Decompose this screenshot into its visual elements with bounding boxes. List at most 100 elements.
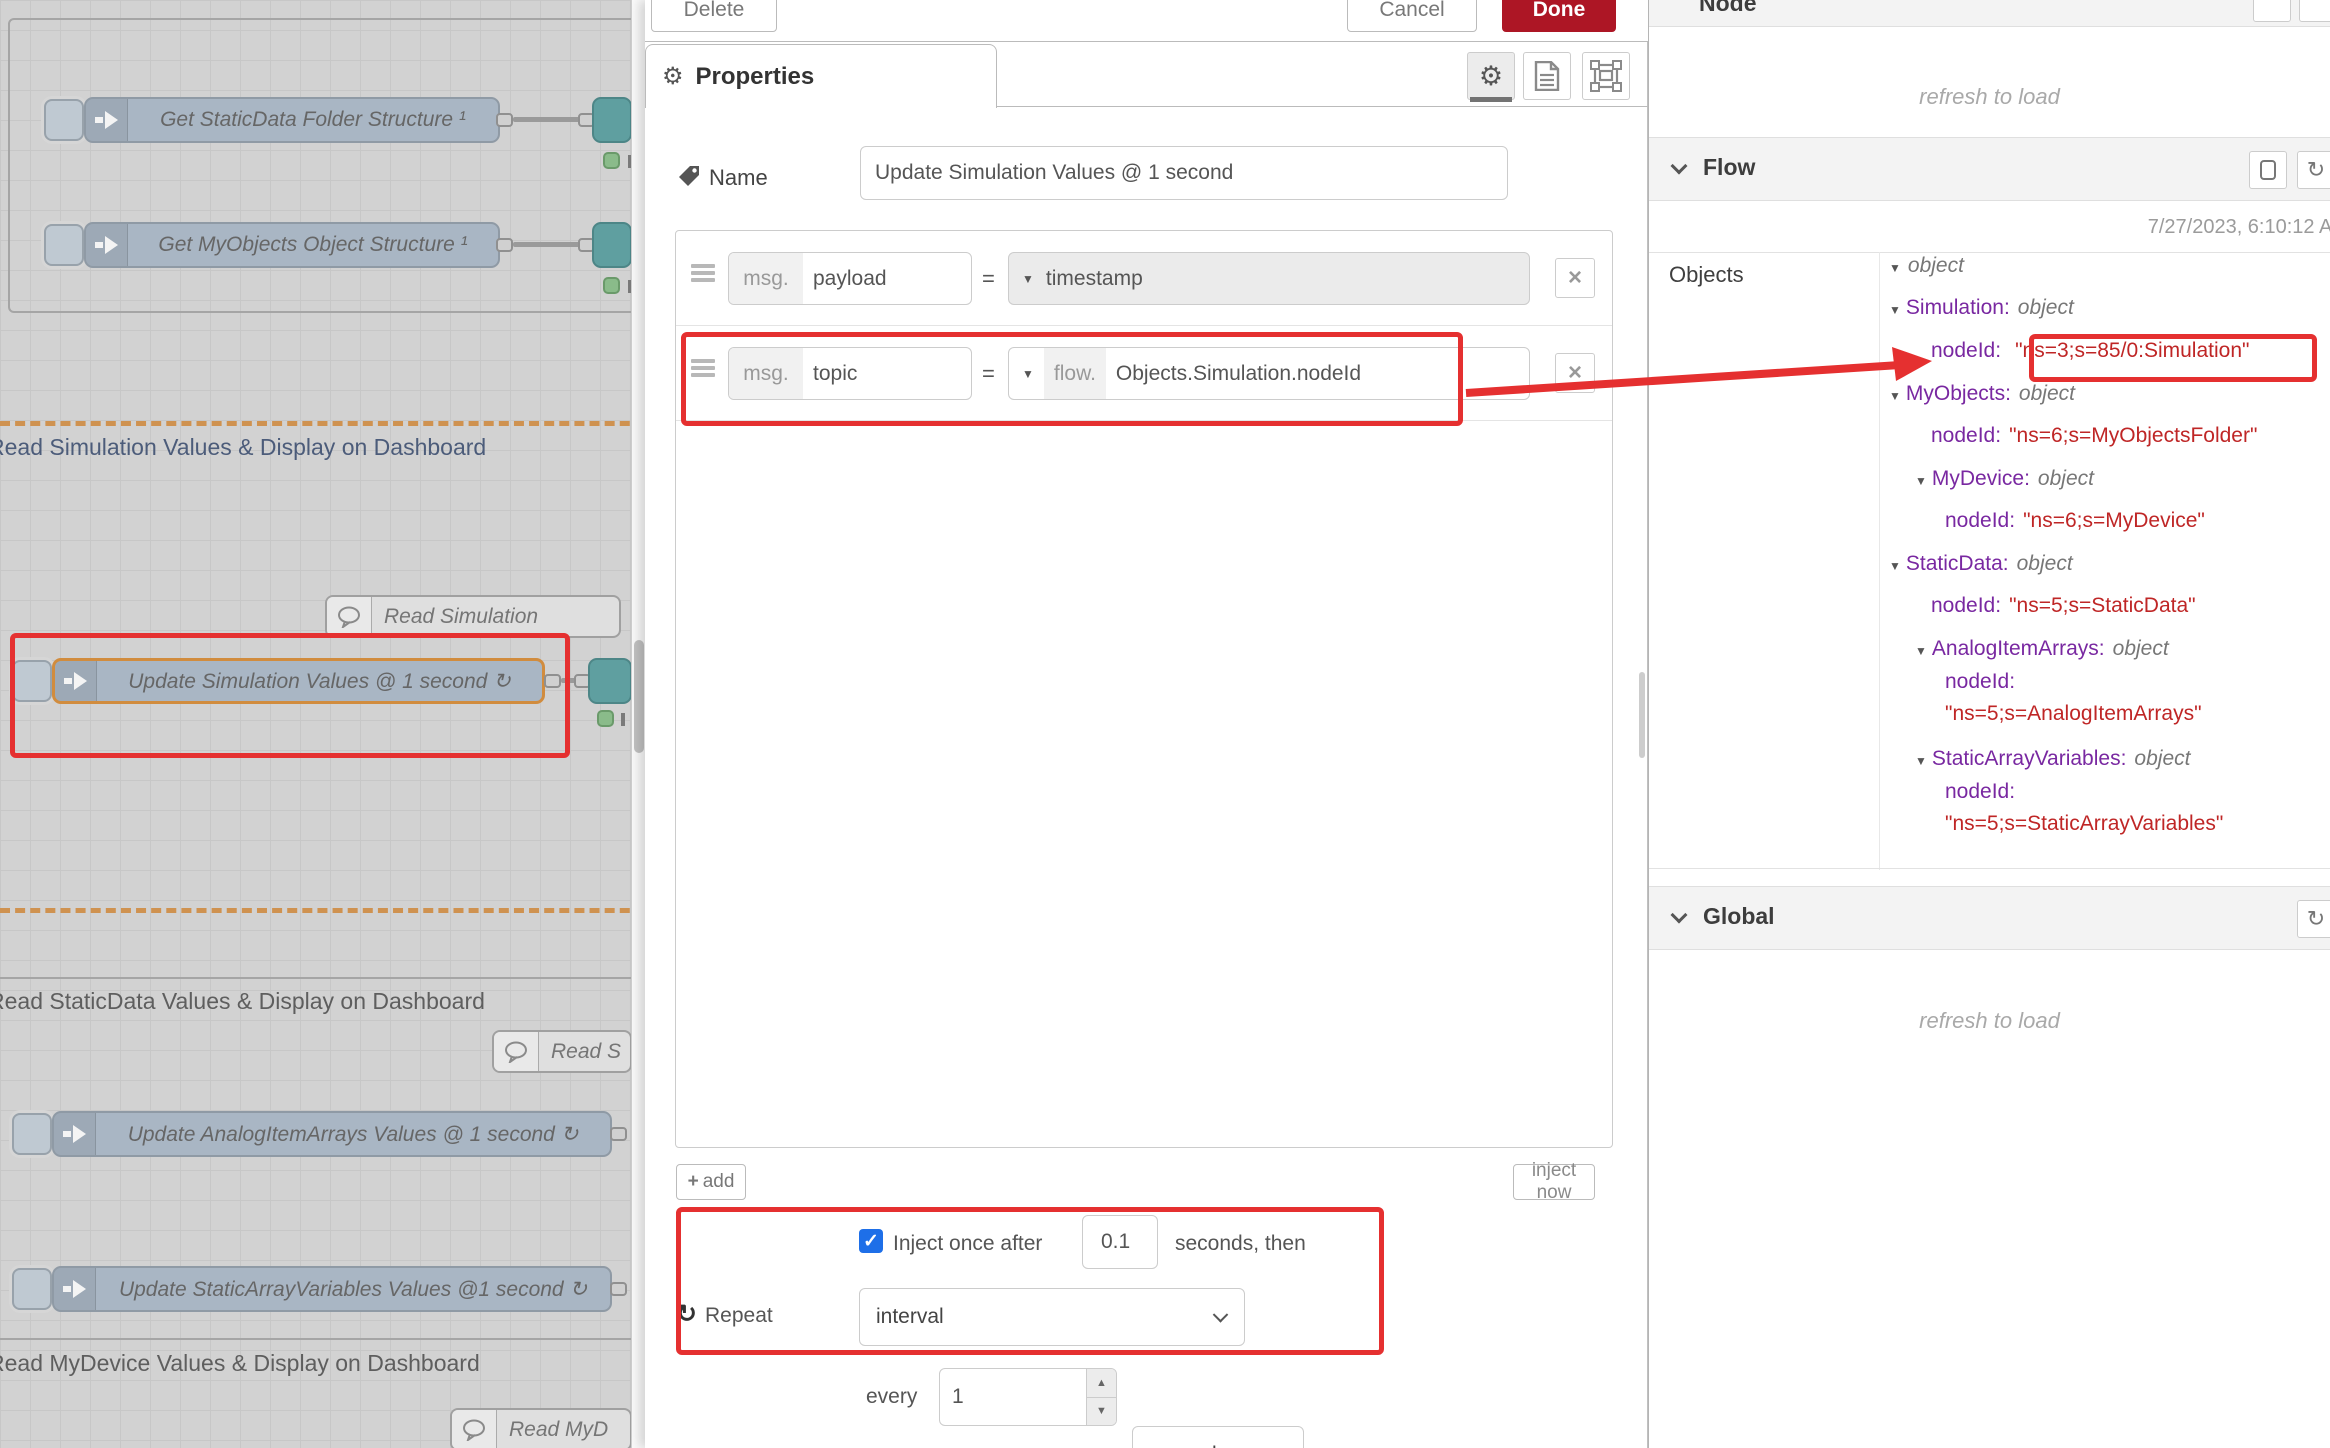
opcua-node-partial[interactable]: [588, 658, 632, 704]
canvas-vertical-scrollbar[interactable]: [631, 0, 645, 1448]
opcua-node-partial[interactable]: [592, 97, 632, 143]
tree-row[interactable]: nodeId:: [1945, 780, 2015, 804]
interval-value-input[interactable]: 1: [940, 1369, 1086, 1425]
msg-property-field[interactable]: msg. payload: [728, 252, 972, 305]
tab-label: Properties: [696, 63, 815, 91]
inject-trigger-button[interactable]: [44, 99, 84, 141]
chevron-down-icon[interactable]: ▼: [1009, 367, 1044, 381]
inject-trigger-button[interactable]: [12, 660, 52, 702]
caret-icon[interactable]: ▼: [1889, 303, 1901, 317]
delete-row-button[interactable]: ×: [1555, 258, 1595, 298]
inject-once-delay-input[interactable]: [1082, 1215, 1158, 1269]
drag-handle-icon[interactable]: [691, 366, 715, 370]
inject-node[interactable]: Update AnalogItemArrays Values @ 1 secon…: [52, 1111, 612, 1157]
caret-icon[interactable]: ▼: [1915, 644, 1927, 658]
add-rule-button[interactable]: +add: [676, 1164, 746, 1200]
inject-arrow-icon: [55, 661, 97, 701]
typed-input-timestamp[interactable]: ▼ timestamp: [1008, 252, 1530, 305]
drag-handle-icon[interactable]: [691, 271, 715, 275]
property-name-input[interactable]: topic: [803, 348, 971, 399]
typed-input-flow-context[interactable]: ▼ flow. Objects.Simulation.nodeId: [1008, 347, 1530, 400]
spinner-up-icon[interactable]: ▲: [1087, 1369, 1116, 1398]
tree-value: "ns=6;s=MyDevice": [2023, 509, 2205, 532]
spinner-down-icon[interactable]: ▼: [1087, 1398, 1116, 1426]
inject-node-selected[interactable]: Update Simulation Values @ 1 second ↻: [52, 658, 545, 704]
tree-row[interactable]: ▼StaticArrayVariables:object: [1915, 747, 2190, 771]
name-input[interactable]: [860, 146, 1508, 200]
gear-icon: ⚙: [662, 62, 684, 91]
group-border-dashed: [0, 908, 645, 913]
global-refresh-icon[interactable]: ↻: [2297, 900, 2330, 938]
node-section-button[interactable]: [2253, 0, 2291, 22]
delete-button[interactable]: Delete: [651, 0, 777, 32]
node-refresh-button[interactable]: [2299, 0, 2330, 22]
caret-icon[interactable]: ▼: [1889, 559, 1901, 573]
tab-properties[interactable]: ⚙ Properties: [645, 44, 997, 108]
tree-row-value-wrap: "ns=5;s=StaticArrayVariables": [1945, 812, 2223, 836]
number-spinner[interactable]: ▲ ▼: [1086, 1369, 1116, 1425]
tree-row[interactable]: ▼StaticData:object: [1889, 552, 2073, 576]
tree-key: nodeId:: [1931, 594, 2001, 617]
opcua-node-partial[interactable]: [592, 222, 632, 268]
tree-type: object: [2134, 747, 2190, 770]
inject-node[interactable]: Update StaticArrayVariables Values @1 se…: [52, 1266, 612, 1312]
tree-row[interactable]: nodeId:: [1945, 670, 2015, 694]
inject-node[interactable]: Get MyObjects Object Structure ¹: [84, 222, 500, 268]
tree-row[interactable]: nodeId:"ns=6;s=MyDevice": [1945, 509, 2205, 533]
done-button[interactable]: Done: [1502, 0, 1616, 32]
dialog-scrollbar-thumb[interactable]: [1639, 672, 1645, 758]
caret-icon[interactable]: ▼: [1915, 754, 1927, 768]
units-selected-option: seconds: [1149, 1443, 1227, 1448]
interval-units-select[interactable]: seconds: [1132, 1426, 1304, 1448]
tree-row[interactable]: ▼MyObjects:object: [1889, 382, 2075, 406]
node-section-header[interactable]: Node: [1649, 0, 2330, 27]
seconds-then-label: seconds, then: [1175, 1232, 1306, 1256]
flow-refresh-icon[interactable]: ↻: [2297, 151, 2330, 189]
chevron-down-icon: [1671, 907, 1688, 924]
scrollbar-thumb[interactable]: [634, 640, 644, 753]
comment-node[interactable]: Read MyD: [450, 1408, 632, 1448]
inject-node[interactable]: Get StaticData Folder Structure ¹: [84, 97, 500, 143]
flow-section-header[interactable]: Flow ↻: [1649, 137, 2330, 201]
tab-description-icon-button[interactable]: [1523, 52, 1571, 100]
property-name-input[interactable]: payload: [803, 253, 971, 304]
chevron-down-icon[interactable]: ▼: [1009, 272, 1044, 286]
inject-trigger-button[interactable]: [44, 224, 84, 266]
repeat-select[interactable]: interval: [859, 1288, 1245, 1346]
comment-node[interactable]: Read Simulation: [325, 595, 621, 638]
typed-input-value[interactable]: Objects.Simulation.nodeId: [1106, 362, 1361, 386]
tree-row[interactable]: ▼object: [1889, 254, 1964, 278]
inject-trigger-button[interactable]: [12, 1113, 52, 1155]
output-port[interactable]: [610, 1127, 627, 1141]
inject-now-button[interactable]: inject now: [1513, 1164, 1595, 1200]
tree-row[interactable]: ▼Simulation:object: [1889, 296, 2074, 320]
tree-row[interactable]: nodeId:"ns=6;s=MyObjectsFolder": [1931, 424, 2257, 448]
global-section-header[interactable]: Global ↻: [1649, 886, 2330, 950]
flow-watch-button[interactable]: [2249, 151, 2287, 189]
tab-appearance-icon-button[interactable]: [1582, 52, 1630, 100]
node-group-border[interactable]: [8, 18, 645, 313]
caret-icon[interactable]: ▼: [1889, 261, 1901, 275]
node-status-text-fragment: [621, 713, 625, 726]
output-port[interactable]: [496, 238, 513, 252]
tree-row[interactable]: ▼MyDevice:object: [1915, 467, 2094, 491]
group-border: [0, 977, 645, 979]
tree-row-highlighted[interactable]: nodeId:"ns=3;s=85/0:Simulation": [1931, 339, 2249, 363]
inject-once-checkbox[interactable]: ✓: [859, 1229, 883, 1253]
caret-icon[interactable]: ▼: [1915, 474, 1927, 488]
output-port[interactable]: [544, 674, 561, 688]
tree-row[interactable]: ▼AnalogItemArrays:object: [1915, 637, 2169, 661]
output-port[interactable]: [496, 113, 513, 127]
flow-canvas[interactable]: Get StaticData Folder Structure ¹ Get My…: [0, 0, 645, 1448]
delete-row-button[interactable]: ×: [1555, 353, 1595, 393]
msg-property-field[interactable]: msg. topic: [728, 347, 972, 400]
group-label: Read Simulation Values & Display on Dash…: [0, 434, 486, 461]
interval-stepper[interactable]: 1 ▲ ▼: [939, 1368, 1117, 1426]
cancel-button[interactable]: Cancel: [1347, 0, 1477, 32]
comment-node[interactable]: Read S: [492, 1030, 632, 1073]
caret-icon[interactable]: ▼: [1889, 389, 1901, 403]
inject-trigger-button[interactable]: [12, 1268, 52, 1310]
output-port[interactable]: [610, 1282, 627, 1296]
tree-row[interactable]: nodeId:"ns=5;s=StaticData": [1931, 594, 2196, 618]
tab-properties-icon-button[interactable]: ⚙: [1467, 52, 1515, 100]
